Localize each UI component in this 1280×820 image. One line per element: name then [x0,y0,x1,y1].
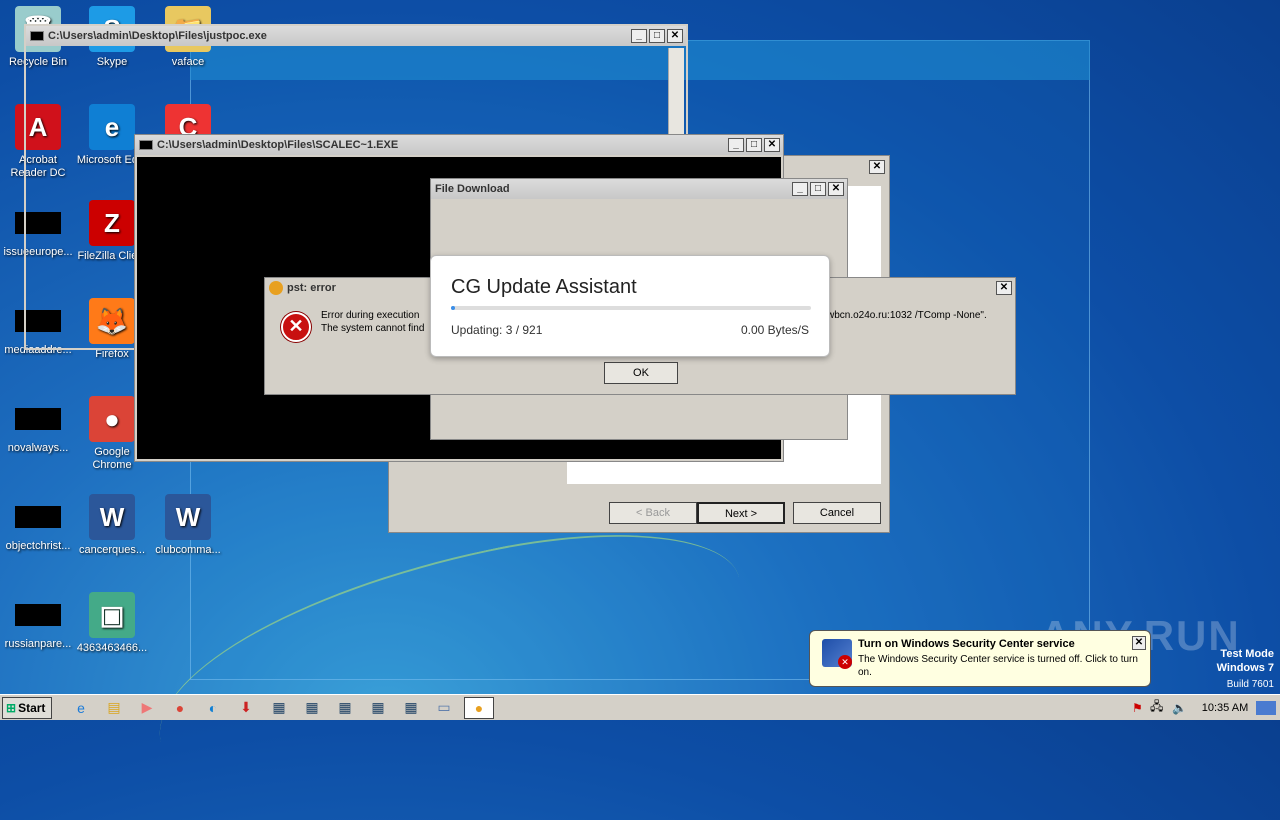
desktop-icon-label: russianpare... [4,638,72,650]
installer-icon[interactable]: ⬇ [233,697,259,719]
desktop-icon-label: objectchrist... [5,540,71,552]
balloon-title: Turn on Windows Security Center service [858,638,1075,650]
maximize-button[interactable]: □ [810,182,826,196]
file-download-title: File Download [435,183,510,195]
clock[interactable]: 10:35 AM [1194,702,1256,714]
cg-progress-track [451,306,811,310]
ok-button[interactable]: OK [604,362,678,384]
app-window-icon[interactable]: ▦ [365,697,391,719]
explorer-icon[interactable]: ▤ [101,697,127,719]
justpoc-title: C:\Users\admin\Desktop\Files\justpoc.exe [48,30,267,42]
edge-icon[interactable]: ◐ [200,697,226,719]
tray-flag-icon[interactable]: ⚑ [1132,701,1150,715]
back-button[interactable]: < Back [609,502,697,524]
test-mode-label: Test Mode [1220,648,1274,660]
error-line1-tail: wbcn.o24o.ru:1032 /TComp -None". [827,310,987,321]
minimize-button[interactable]: _ [728,138,744,152]
maximize-button[interactable]: □ [746,138,762,152]
security-error-icon: ✕ [838,655,852,669]
windows-label: Windows 7 [1216,662,1274,674]
desktop-item-icon: ● [89,396,135,442]
app-window-icon[interactable]: ▦ [332,697,358,719]
desktop-icon[interactable]: russianpare... [0,592,76,651]
close-button[interactable]: ✕ [828,182,844,196]
desktop-icon[interactable]: Wclubcomma... [150,494,226,557]
build-label: Build 7601 [1226,679,1274,690]
desktop-item-icon [15,506,61,528]
console-icon [30,31,44,41]
cg-status: Updating: 3 / 921 [451,323,543,337]
close-button[interactable]: ✕ [667,29,683,43]
app-window-icon[interactable]: ▦ [266,697,292,719]
close-button[interactable]: ✕ [764,138,780,152]
cg-progress-fill [451,306,455,310]
balloon-body: The Windows Security Center service is t… [858,654,1138,678]
file-download-titlebar[interactable]: File Download _ □ ✕ [431,179,847,199]
desktop-icon-label: cancerques... [78,544,146,556]
desktop-icon[interactable]: objectchrist... [0,494,76,553]
desktop-item-icon: W [165,494,211,540]
desktop-item-icon: W [89,494,135,540]
desktop-item-icon [15,408,61,430]
cg-update-popup[interactable]: CG Update Assistant Updating: 3 / 921 0.… [430,255,830,357]
start-label: Start [18,700,46,715]
desktop-item-icon [15,604,61,626]
cancel-button[interactable]: Cancel [793,502,881,524]
taskbar: ⊞ Start e ▤ ▶ ● ◐ ⬇ ▦ ▦ ▦ ▦ ▦ ▭ ● ⚑ 🖧 🔈 1… [0,694,1280,720]
tray-network-icon[interactable]: 🖧 [1150,697,1172,718]
next-button[interactable]: Next > [697,502,785,524]
pst-app-icon[interactable]: ● [464,696,494,719]
start-button[interactable]: ⊞ Start [2,696,52,719]
doc-window-icon[interactable]: ▭ [431,697,457,719]
cg-speed: 0.00 Bytes/S [740,323,809,337]
desktop-icon-label: 4363463466... [76,642,148,654]
wizard-close-button[interactable]: ✕ [869,160,885,174]
error-line1: Error during execution [321,310,420,321]
security-balloon[interactable]: ✕ Turn on Windows Security Center servic… [809,630,1151,687]
app-icon [269,281,283,295]
desktop-item-icon: ▣ [89,592,135,638]
desktop-icon-label: novalways... [7,442,69,454]
scalec-title: C:\Users\admin\Desktop\Files\SCALEC~1.EX… [157,139,399,151]
justpoc-titlebar[interactable]: C:\Users\admin\Desktop\Files\justpoc.exe… [26,26,686,46]
windows-logo-icon: ⊞ [6,700,17,715]
show-desktop-icon[interactable] [1256,700,1276,715]
error-icon: ✕ [281,312,311,342]
maximize-button[interactable]: □ [649,29,665,43]
console-icon [139,140,153,150]
scalec-titlebar[interactable]: C:\Users\admin\Desktop\Files\SCALEC~1.EX… [135,135,783,155]
minimize-button[interactable]: _ [631,29,647,43]
app-window-icon[interactable]: ▦ [299,697,325,719]
balloon-close-button[interactable]: ✕ [1132,636,1146,650]
error-line2: The system cannot find [321,323,425,334]
desktop-icon[interactable]: novalways... [0,396,76,455]
ie-icon[interactable]: e [68,697,94,719]
close-button[interactable]: ✕ [996,281,1012,295]
desktop-icon-label: clubcomma... [155,544,221,556]
app-window-icon[interactable]: ▦ [398,697,424,719]
desktop-icon[interactable]: Wcancerques... [74,494,150,557]
cg-title: CG Update Assistant [451,276,637,298]
tray-volume-icon[interactable]: 🔈 [1172,701,1194,715]
minimize-button[interactable]: _ [792,182,808,196]
desktop-icon[interactable]: ▣ 4363463466... [74,592,150,655]
chrome-icon[interactable]: ● [167,697,193,719]
media-player-icon[interactable]: ▶ [134,697,160,719]
